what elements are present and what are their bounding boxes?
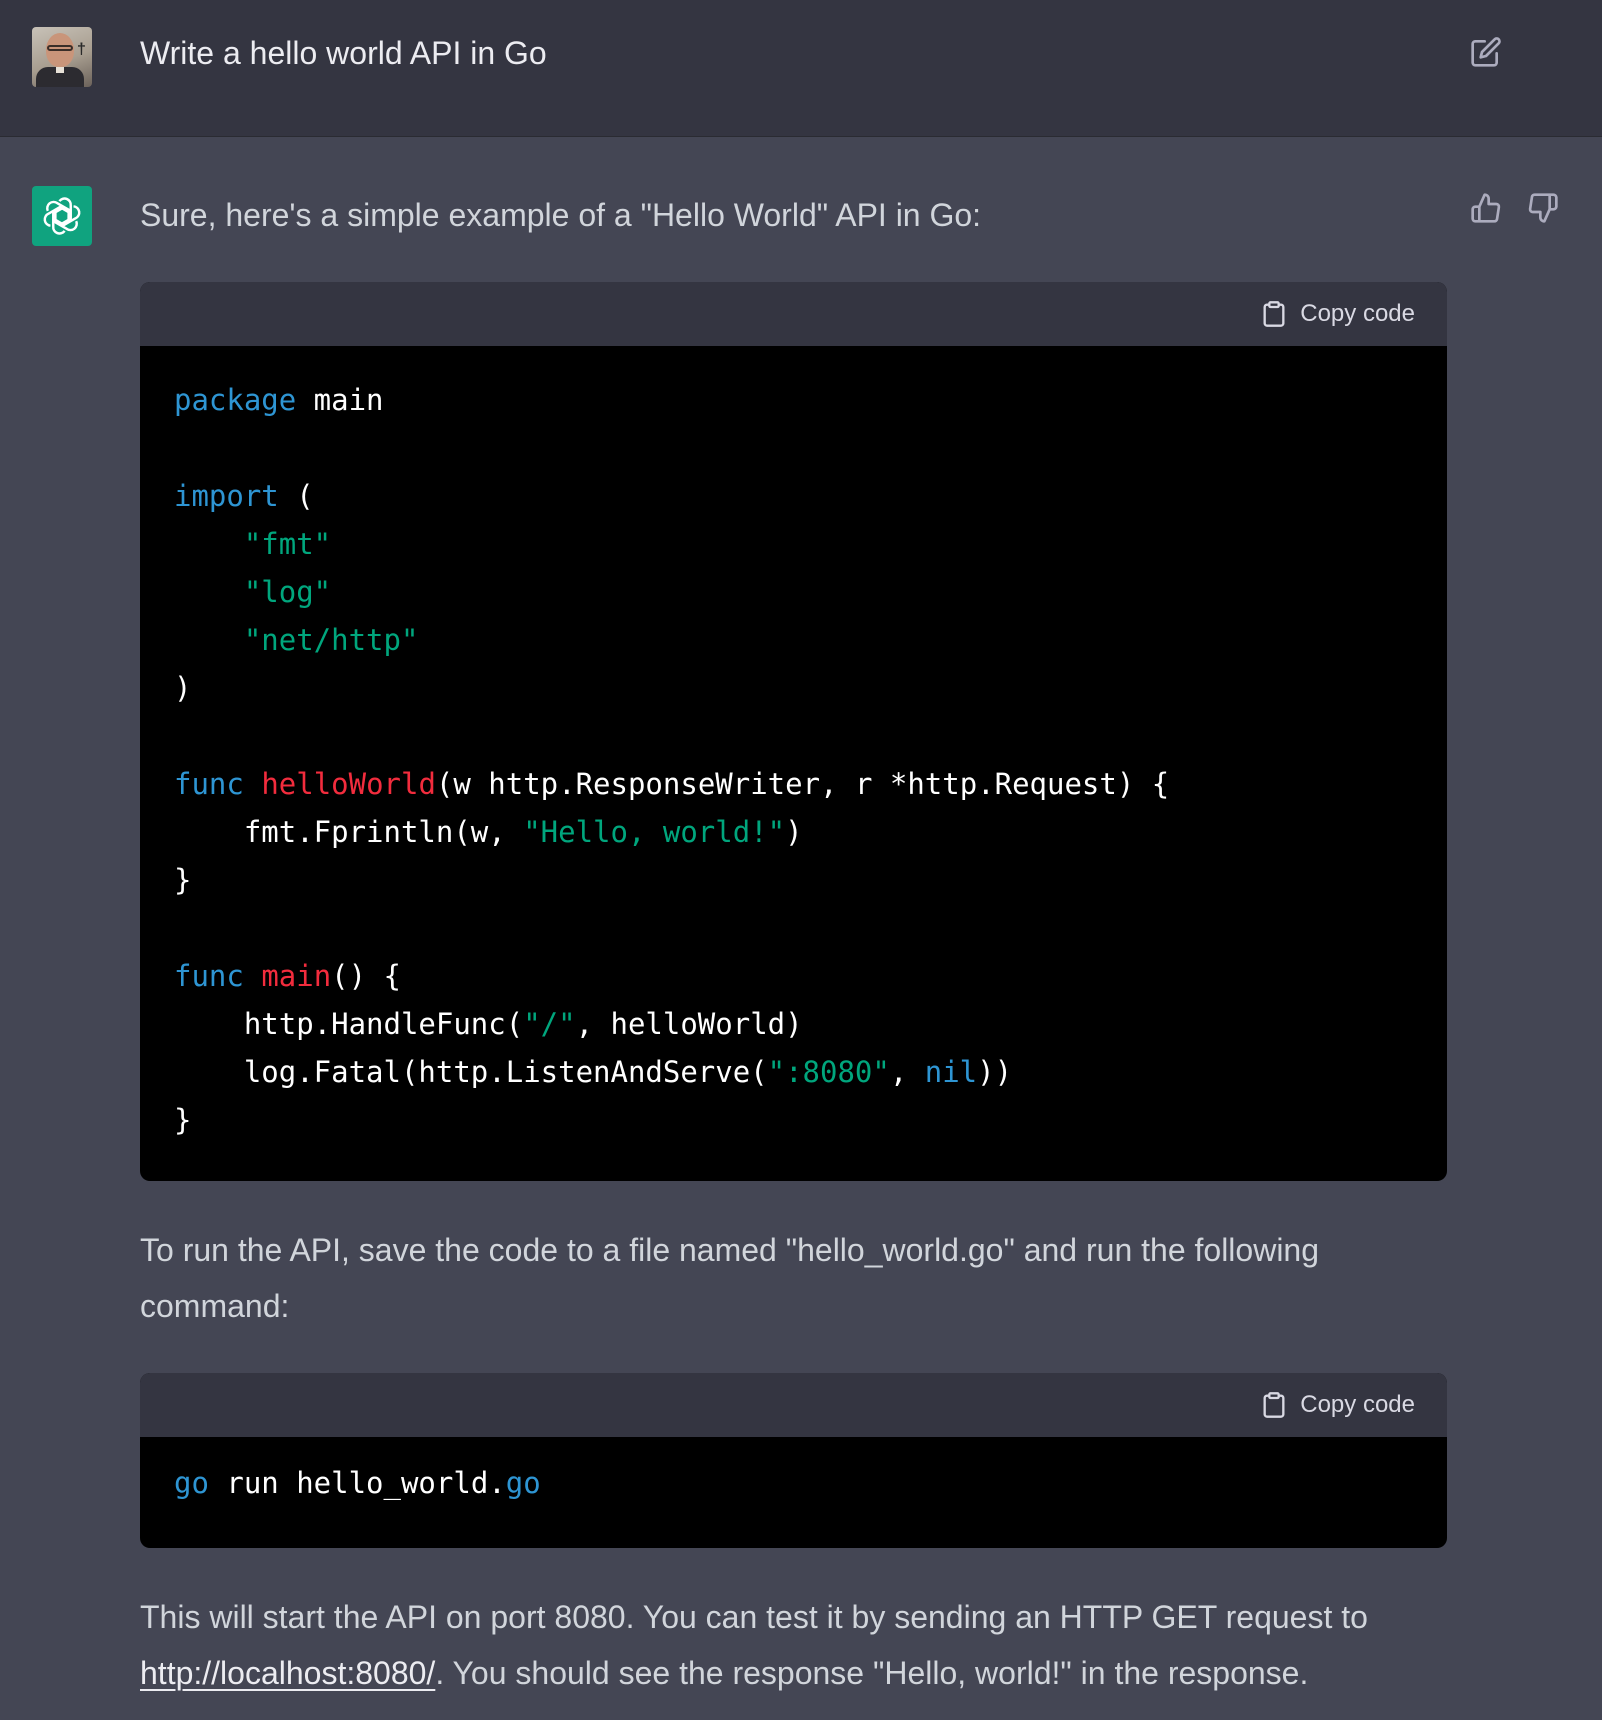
code-token: import: [174, 479, 279, 513]
code-line: log.Fatal(http.ListenAndServe(":8080", n…: [174, 1048, 1413, 1096]
code-line: import (: [174, 472, 1413, 520]
code-content: package main import ( "fmt" "log" "net/h…: [140, 346, 1447, 1144]
code-line: func main() {: [174, 952, 1413, 1000]
copy-code-button[interactable]: Copy code: [1260, 298, 1415, 330]
code-token: "net/http": [243, 623, 419, 657]
code-line: func helloWorld(w http.ResponseWriter, r…: [174, 760, 1413, 808]
code-line: "fmt": [174, 520, 1413, 568]
code-token: main: [261, 959, 332, 993]
code-token: run hello_world.: [208, 1466, 506, 1500]
code-line: package main: [174, 376, 1413, 424]
code-token: }: [174, 863, 192, 897]
code-line: http.HandleFunc("/", helloWorld): [174, 1000, 1413, 1048]
copy-code-label: Copy code: [1300, 1391, 1415, 1418]
code-token: "log": [243, 575, 332, 609]
code-block-go: Copy code package main import ( "fmt" "l…: [140, 282, 1447, 1181]
code-line: fmt.Fprintln(w, "Hello, world!"): [174, 808, 1413, 856]
outro-line-1: This will start the API on port 8080. Yo…: [140, 1599, 1368, 1635]
user-avatar: †: [32, 27, 92, 87]
code-line: "log": [174, 568, 1413, 616]
code-token: }: [174, 1103, 192, 1137]
code-token: http.HandleFunc(: [174, 1007, 524, 1041]
code-token: (: [278, 479, 314, 513]
code-token: nil: [924, 1055, 978, 1089]
code-token: ,: [889, 1055, 925, 1089]
openai-logo-icon: [43, 197, 81, 235]
code-token: go: [174, 1466, 209, 1500]
code-line: }: [174, 1096, 1413, 1144]
assistant-avatar: [32, 186, 92, 246]
code-line: ): [174, 664, 1413, 712]
code-token: ): [174, 671, 192, 705]
code-token: package: [174, 383, 297, 417]
code-token: main: [296, 383, 384, 417]
run-instructions-text: To run the API, save the code to a file …: [140, 1222, 1460, 1334]
run-instructions-line-2: command:: [140, 1288, 290, 1324]
outro-line-2-text: . You should see the response "Hello, wo…: [435, 1655, 1309, 1691]
user-message-text: Write a hello world API in Go: [140, 35, 547, 71]
code-token: log.Fatal(http.ListenAndServe(: [174, 1055, 768, 1089]
code-token: ":8080": [767, 1055, 890, 1089]
code-token: (w http.ResponseWriter, r *http.Request)…: [435, 767, 1170, 801]
code-token: "fmt": [243, 527, 332, 561]
code-token: helloWorld: [261, 767, 436, 801]
code-token: "Hello, world!": [523, 815, 786, 849]
code-token: ): [785, 815, 803, 849]
code-block-command: Copy code go run hello_world.go: [140, 1373, 1447, 1548]
code-token: func: [174, 959, 244, 993]
code-token: , helloWorld): [575, 1007, 803, 1041]
outro-text: This will start the API on port 8080. Yo…: [140, 1589, 1460, 1701]
code-line: "net/http": [174, 616, 1413, 664]
thumbs-down-icon[interactable]: [1527, 192, 1559, 224]
code-token: )): [977, 1055, 1013, 1089]
code-line: }: [174, 856, 1413, 904]
clipboard-icon: [1263, 1392, 1285, 1418]
clipboard-icon: [1263, 301, 1285, 327]
run-instructions-line-1: To run the API, save the code to a file …: [140, 1232, 1320, 1268]
code-token: fmt.Fprintln(w,: [174, 815, 524, 849]
assistant-intro-text: Sure, here's a simple example of a "Hell…: [140, 197, 982, 233]
thumbs-up-icon[interactable]: [1470, 192, 1502, 224]
localhost-link[interactable]: http://localhost:8080/: [140, 1655, 435, 1691]
code-token: () {: [331, 959, 401, 993]
code-token: "/": [523, 1007, 576, 1041]
copy-code-label: Copy code: [1300, 300, 1415, 327]
code-content: go run hello_world.go: [140, 1437, 1447, 1507]
code-line: go run hello_world.go: [174, 1459, 1413, 1507]
code-block-header: Copy code: [140, 1373, 1447, 1437]
code-block-header: Copy code: [140, 282, 1447, 346]
code-token: func: [174, 767, 244, 801]
copy-code-button[interactable]: Copy code: [1260, 1389, 1415, 1421]
edit-icon[interactable]: [1470, 36, 1502, 68]
outro-line-2: http://localhost:8080/. You should see t…: [140, 1645, 1460, 1701]
user-message-row: † Write a hello world API in Go: [0, 0, 1602, 137]
code-token: go: [505, 1466, 541, 1500]
